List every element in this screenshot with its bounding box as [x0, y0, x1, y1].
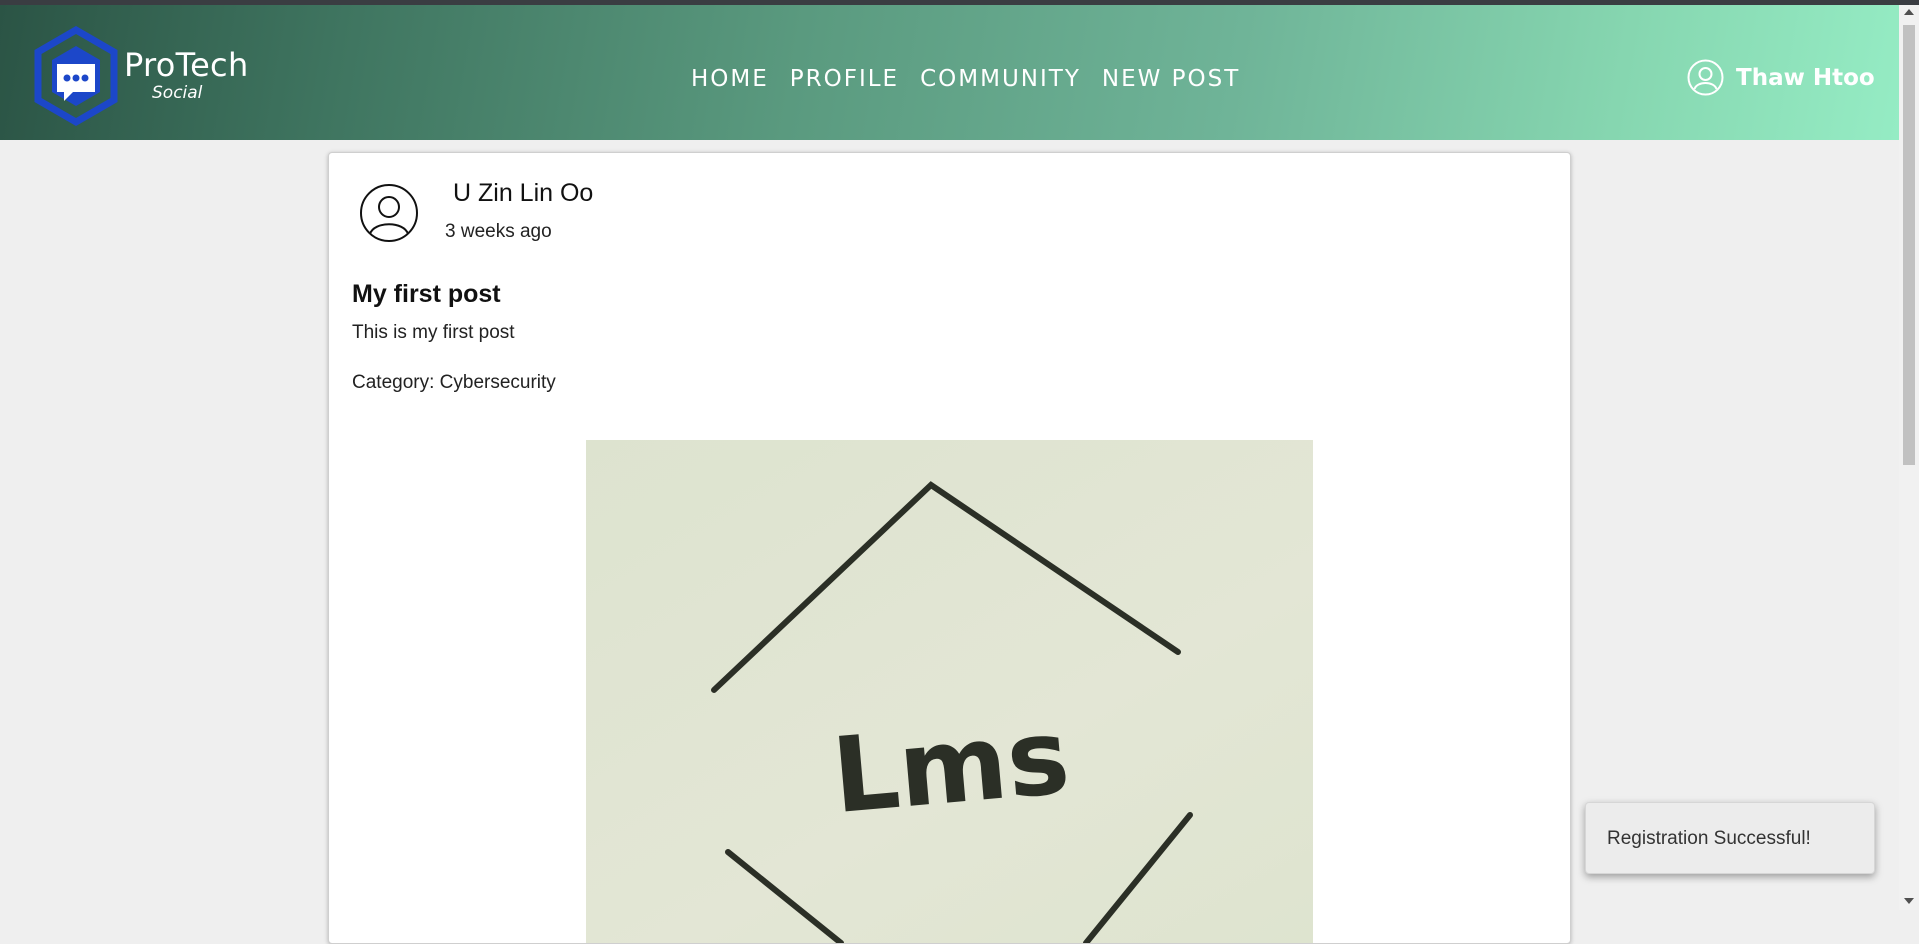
image-diamond-top-line	[711, 481, 1181, 693]
scroll-up-icon[interactable]	[1904, 9, 1914, 15]
page-scrollbar[interactable]	[1899, 5, 1919, 910]
user-circle-icon	[1687, 59, 1724, 96]
brand-name: ProTech	[124, 46, 249, 84]
image-logo-text: Lms	[828, 695, 1074, 837]
main-nav: HOME PROFILE COMMUNITY NEW POST	[691, 61, 1240, 97]
navbar: ProTech Social HOME PROFILE COMMUNITY NE…	[0, 5, 1899, 140]
scroll-down-icon[interactable]	[1904, 898, 1914, 904]
image-diamond-bottom-right-line	[1083, 812, 1193, 943]
brand-tagline: Social	[152, 83, 203, 103]
post-card: U Zin Lin Oo 3 weeks ago My first post T…	[328, 152, 1571, 944]
post-category: Category: Cybersecurity	[352, 372, 556, 393]
toast-message: Registration Successful!	[1607, 828, 1811, 849]
nav-profile[interactable]: PROFILE	[790, 61, 899, 97]
post-title: My first post	[352, 280, 501, 308]
avatar-icon[interactable]	[359, 183, 419, 243]
post-author[interactable]: U Zin Lin Oo	[453, 179, 593, 208]
post-image: Lms	[586, 440, 1313, 943]
nav-community[interactable]: COMMUNITY	[920, 61, 1081, 97]
user-menu[interactable]: Thaw Htoo	[1687, 59, 1875, 96]
brand[interactable]: ProTech Social	[124, 46, 249, 103]
toast-notification[interactable]: Registration Successful!	[1585, 802, 1875, 874]
user-name: Thaw Htoo	[1736, 64, 1875, 91]
nav-home[interactable]: HOME	[691, 61, 769, 97]
nav-new-post[interactable]: NEW POST	[1102, 61, 1240, 97]
scrollbar-thumb[interactable]	[1903, 25, 1915, 465]
post-body: This is my first post	[352, 322, 515, 343]
post-timestamp: 3 weeks ago	[445, 221, 552, 242]
logo-icon[interactable]	[31, 26, 121, 128]
image-diamond-bottom-line	[725, 849, 844, 943]
